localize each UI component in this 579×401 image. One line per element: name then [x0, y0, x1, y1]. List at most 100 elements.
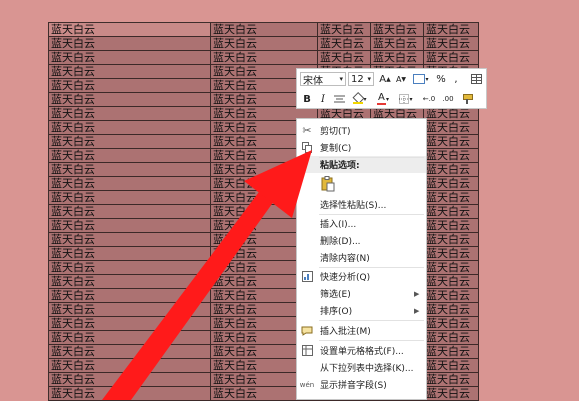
table-icon[interactable]	[469, 72, 483, 86]
table-cell[interactable]: 蓝天白云	[49, 373, 211, 387]
table-cell[interactable]: 蓝天白云	[424, 261, 479, 275]
table-cell[interactable]: 蓝天白云	[49, 79, 211, 93]
format-cells-icon	[297, 342, 317, 359]
table-cell[interactable]: 蓝天白云	[49, 149, 211, 163]
table-cell[interactable]: 蓝天白云	[424, 177, 479, 191]
italic-button[interactable]: I	[317, 92, 329, 106]
table-cell[interactable]: 蓝天白云	[211, 51, 318, 65]
table-cell[interactable]: 蓝天白云	[49, 303, 211, 317]
menu-item[interactable]: 删除(D)...	[297, 232, 426, 249]
table-cell[interactable]: 蓝天白云	[49, 65, 211, 79]
table-cell[interactable]: 蓝天白云	[424, 303, 479, 317]
table-cell[interactable]: 蓝天白云	[424, 51, 479, 65]
table-cell[interactable]: 蓝天白云	[424, 247, 479, 261]
align-button[interactable]	[332, 92, 346, 106]
font-color-button[interactable]: A ▾	[373, 92, 393, 106]
increase-decimal-button[interactable]: ←.0	[421, 92, 437, 106]
table-cell[interactable]: 蓝天白云	[424, 205, 479, 219]
decrease-decimal-button[interactable]: .00	[440, 92, 456, 106]
table-cell[interactable]: 蓝天白云	[424, 373, 479, 387]
font-size-combo[interactable]: 12 ▾	[348, 72, 374, 86]
menu-item[interactable]: 插入批注(M)	[297, 322, 426, 339]
table-cell[interactable]: 蓝天白云	[318, 23, 371, 37]
table-cell[interactable]: 蓝天白云	[424, 121, 479, 135]
scissors-icon: ✂	[302, 124, 312, 137]
table-cell[interactable]: 蓝天白云	[211, 23, 318, 37]
table-cell[interactable]: 蓝天白云	[424, 345, 479, 359]
paste-default-button[interactable]	[297, 173, 426, 194]
decrease-font-button[interactable]: A ▼	[394, 72, 408, 86]
table-cell[interactable]: 蓝天白云	[49, 205, 211, 219]
font-name-combo[interactable]: 宋体 ▾	[300, 72, 346, 87]
table-cell[interactable]: 蓝天白云	[49, 163, 211, 177]
paste-options-header: 粘贴选项:	[297, 156, 426, 173]
table-cell[interactable]: 蓝天白云	[371, 23, 424, 37]
table-cell[interactable]: 蓝天白云	[49, 233, 211, 247]
table-cell[interactable]: 蓝天白云	[211, 37, 318, 51]
table-cell[interactable]: 蓝天白云	[371, 37, 424, 51]
percent-button[interactable]: %	[435, 72, 447, 86]
table-cell[interactable]: 蓝天白云	[318, 51, 371, 65]
fill-color-button[interactable]: ▾	[349, 91, 371, 106]
table-cell[interactable]: 蓝天白云	[424, 317, 479, 331]
format-painter-button[interactable]	[460, 92, 474, 106]
table-cell[interactable]: 蓝天白云	[49, 191, 211, 205]
table-cell[interactable]: 蓝天白云	[424, 149, 479, 163]
table-cell[interactable]: 蓝天白云	[49, 135, 211, 149]
table-cell[interactable]: 蓝天白云	[424, 275, 479, 289]
table-cell[interactable]: 蓝天白云	[49, 317, 211, 331]
table-cell[interactable]: 蓝天白云	[49, 51, 211, 65]
comma-button[interactable]: ,	[451, 72, 461, 86]
table-cell[interactable]: 蓝天白云	[49, 345, 211, 359]
menu-item[interactable]: 复制(C)	[297, 139, 426, 156]
menu-item-label: 插入(I)...	[320, 220, 357, 230]
table-cell[interactable]: 蓝天白云	[49, 219, 211, 233]
table-cell[interactable]: 蓝天白云	[424, 219, 479, 233]
table-cell[interactable]: 蓝天白云	[49, 93, 211, 107]
table-cell[interactable]: 蓝天白云	[318, 37, 371, 51]
table-cell[interactable]: 蓝天白云	[424, 23, 479, 37]
menu-item[interactable]: 清除内容(N)	[297, 249, 426, 266]
table-cell[interactable]: 蓝天白云	[424, 135, 479, 149]
menu-item-label: 剪切(T)	[320, 127, 351, 137]
menu-item[interactable]: 设置单元格格式(F)...	[297, 342, 426, 359]
table-cell[interactable]: 蓝天白云	[49, 247, 211, 261]
menu-item[interactable]: ✂ 剪切(T)	[297, 122, 426, 139]
table-cell[interactable]: 蓝天白云	[424, 359, 479, 373]
table-cell[interactable]: 蓝天白云	[424, 289, 479, 303]
menu-item[interactable]: 排序(O) ▶	[297, 302, 426, 319]
table-cell[interactable]: 蓝天白云	[49, 359, 211, 373]
menu-item[interactable]: 筛选(E) ▶	[297, 285, 426, 302]
decrease-decimal-icon: .00	[442, 95, 454, 103]
borders-button[interactable]: ▾	[397, 92, 415, 106]
menu-item[interactable]: 插入(I)...	[297, 215, 426, 232]
accounting-icon	[413, 74, 426, 84]
accounting-format-button[interactable]: ▾	[411, 72, 431, 86]
table-cell[interactable]: 蓝天白云	[49, 289, 211, 303]
table-cell[interactable]: 蓝天白云	[49, 387, 211, 401]
table-cell[interactable]: 蓝天白云	[424, 37, 479, 51]
menu-item[interactable]: wén 显示拼音字段(S)	[297, 376, 426, 393]
table-cell[interactable]: 蓝天白云	[371, 51, 424, 65]
table-cell[interactable]: 蓝天白云	[424, 191, 479, 205]
increase-font-button[interactable]: A ▲	[378, 72, 392, 86]
table-cell[interactable]: 蓝天白云	[424, 233, 479, 247]
table-cell[interactable]: 蓝天白云	[424, 387, 479, 401]
menu-item[interactable]: 快速分析(Q)	[297, 268, 426, 285]
menu-item[interactable]: 从下拉列表中选择(K)...	[297, 359, 426, 376]
table-cell[interactable]: 蓝天白云	[424, 163, 479, 177]
table-cell[interactable]: 蓝天白云	[49, 107, 211, 121]
table-cell[interactable]: 蓝天白云	[49, 275, 211, 289]
chevron-down-icon: ▾	[367, 75, 371, 83]
menu-icon-slot	[297, 156, 317, 173]
bold-button[interactable]: B	[301, 92, 313, 106]
table-cell[interactable]: 蓝天白云	[49, 121, 211, 135]
table-cell[interactable]: 蓝天白云	[49, 261, 211, 275]
table-cell[interactable]: 蓝天白云	[49, 37, 211, 51]
table-cell[interactable]: 蓝天白云	[424, 107, 479, 121]
menu-item[interactable]: 选择性粘贴(S)...	[297, 196, 426, 213]
table-cell[interactable]: 蓝天白云	[49, 331, 211, 345]
table-cell[interactable]: 蓝天白云	[424, 331, 479, 345]
table-cell[interactable]: 蓝天白云	[49, 177, 211, 191]
table-cell[interactable]: 蓝天白云	[49, 23, 211, 37]
